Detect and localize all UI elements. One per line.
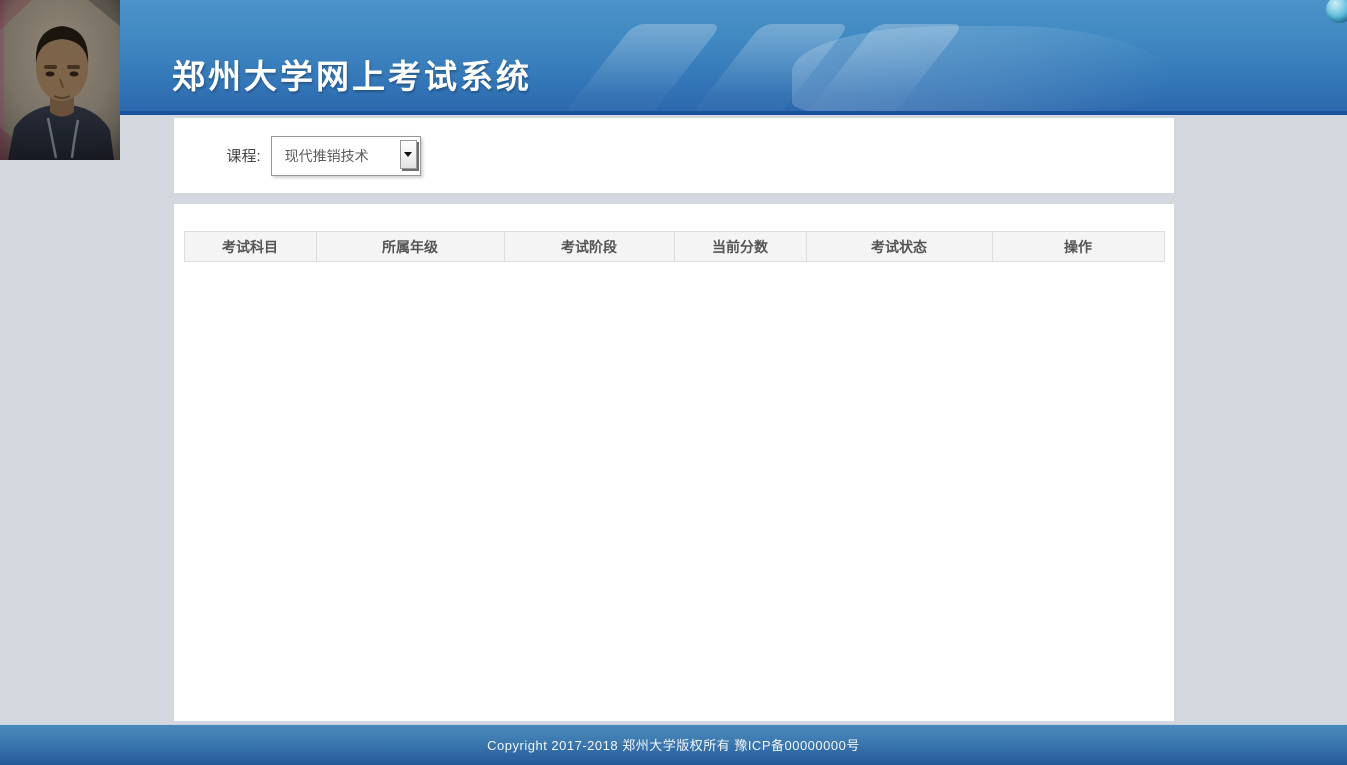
exam-table-header-row: 考试科目 所属年级 考试阶段 当前分数 考试状态 操作 [184,232,1164,262]
sphere-decoration-icon [1326,0,1347,23]
column-header-stage: 考试阶段 [504,232,674,262]
exam-list-panel: 考试科目 所属年级 考试阶段 当前分数 考试状态 操作 [174,204,1174,721]
copyright-text: Copyright 2017-2018 郑州大学版权所有 豫ICP备000000… [0,725,1347,765]
column-header-grade: 所属年级 [316,232,504,262]
course-select-value: 现代推销技术 [285,137,369,175]
header-stripe-decoration [566,24,722,111]
page-footer: Copyright 2017-2018 郑州大学版权所有 豫ICP备000000… [0,724,1347,765]
course-filter-panel: 课程: 现代推销技术 [174,118,1174,193]
caret-down-icon [404,152,412,157]
column-header-status: 考试状态 [806,232,992,262]
course-label: 课程: [227,145,261,166]
webcam-photo-icon [0,0,120,160]
exam-table: 考试科目 所属年级 考试阶段 当前分数 考试状态 操作 [184,231,1165,262]
webcam-preview [0,0,120,160]
app-header: 郑州大学网上考试系统 [0,0,1347,115]
column-header-action: 操作 [992,232,1164,262]
header-leaf-decoration [792,26,1178,115]
dropdown-arrow-button[interactable] [400,140,417,169]
column-header-subject: 考试科目 [184,232,316,262]
main-area: 课程: 现代推销技术 考试科目 所属年级 考试阶段 当前分数 考试状态 操作 [0,118,1347,724]
page-title: 郑州大学网上考试系统 [172,50,532,98]
column-header-score: 当前分数 [674,232,806,262]
course-select[interactable]: 现代推销技术 [271,136,421,176]
